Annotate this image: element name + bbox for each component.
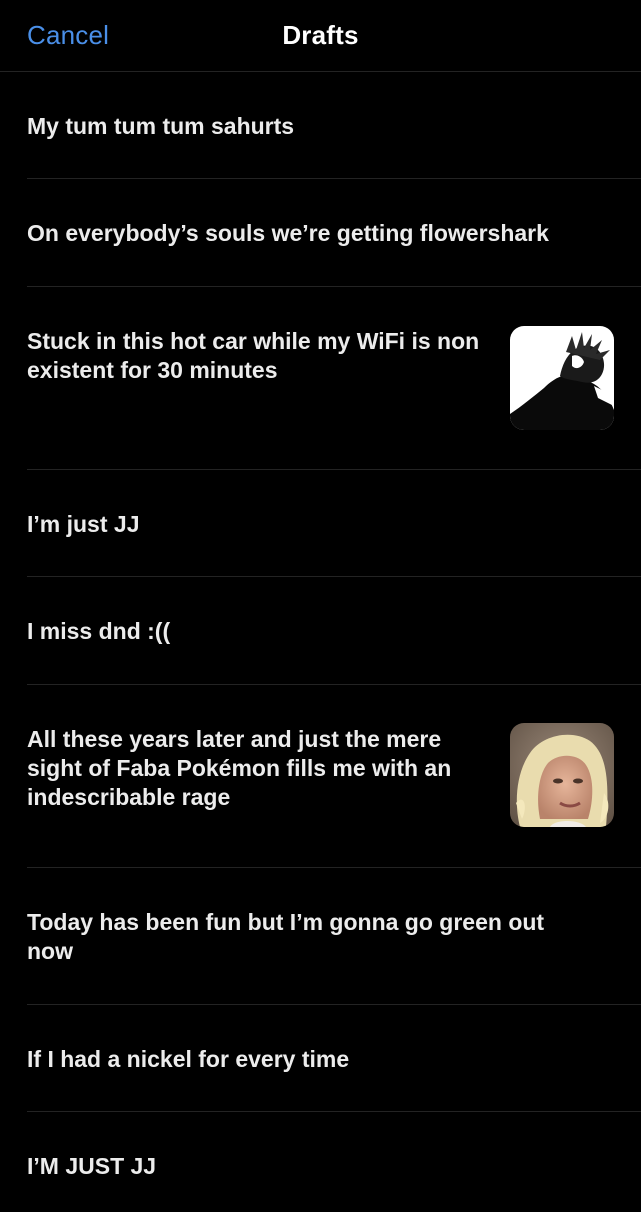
drafts-list: My tum tum tum sahurts On everybody’s so…	[0, 72, 641, 1212]
draft-text: On everybody’s souls we’re getting flowe…	[27, 220, 549, 246]
draft-text: I miss dnd :((	[27, 618, 171, 644]
draft-image-thumbnail[interactable]	[510, 723, 614, 827]
page-title: Drafts	[282, 20, 359, 50]
draft-text: All these years later and just the mere …	[27, 726, 452, 810]
draft-text: If I had a nickel for every time	[27, 1046, 350, 1072]
nav-header: Cancel Drafts	[0, 0, 641, 72]
draft-row[interactable]: Stuck in this hot car while my WiFi is n…	[27, 287, 641, 470]
draft-text: Today has been fun but I’m gonna go gree…	[27, 909, 545, 964]
draft-row[interactable]: I miss dnd :((	[27, 577, 641, 685]
draft-text: I’m just JJ	[27, 511, 140, 537]
draft-row[interactable]: All these years later and just the mere …	[27, 685, 641, 868]
draft-text: My tum tum tum sahurts	[27, 113, 295, 139]
woman-photo-image	[510, 723, 614, 827]
manga-character-image	[510, 326, 614, 430]
draft-text: Stuck in this hot car while my WiFi is n…	[27, 328, 480, 383]
draft-row[interactable]: I’M JUST JJ	[27, 1112, 641, 1212]
draft-text: I’M JUST JJ	[27, 1153, 157, 1179]
draft-row[interactable]: Today has been fun but I’m gonna go gree…	[27, 868, 641, 1005]
draft-row[interactable]: I’m just JJ	[27, 470, 641, 577]
draft-row[interactable]: My tum tum tum sahurts	[27, 72, 641, 179]
draft-image-thumbnail[interactable]	[510, 326, 614, 430]
draft-row[interactable]: If I had a nickel for every time	[27, 1005, 641, 1112]
draft-row[interactable]: On everybody’s souls we’re getting flowe…	[27, 179, 641, 287]
